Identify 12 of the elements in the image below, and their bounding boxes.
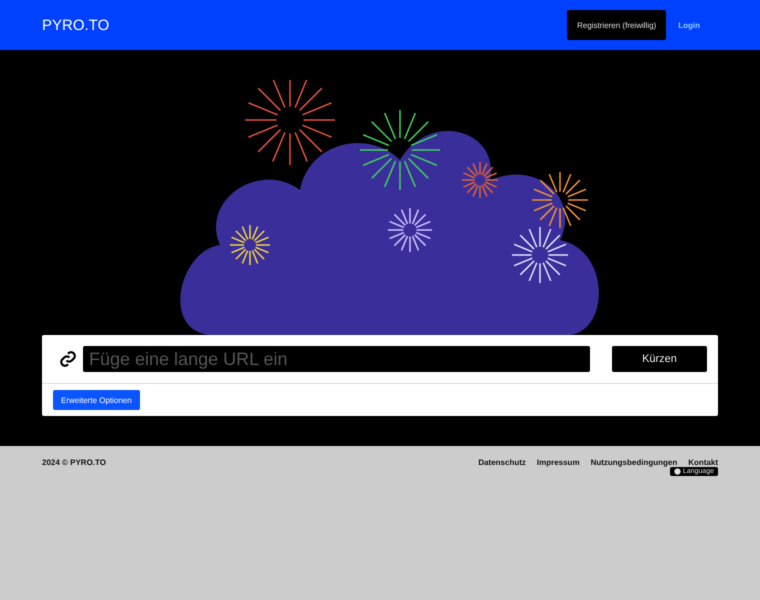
login-link[interactable]: Login xyxy=(678,20,700,30)
advanced-options-button[interactable]: Erweiterte Optionen xyxy=(53,390,140,410)
footer-link[interactable]: Kontakt xyxy=(688,458,718,467)
url-input[interactable]: Füge eine lange URL ein xyxy=(83,346,590,372)
site-logo[interactable]: PYRO.TO xyxy=(42,16,110,34)
shorten-button[interactable]: Kürzen xyxy=(612,346,707,372)
footer-link[interactable]: Impressum xyxy=(536,458,580,467)
copyright-text: 2024 © PYRO.TO xyxy=(42,458,106,469)
register-button[interactable]: Registrieren (freiwillig) xyxy=(567,10,666,40)
link-icon xyxy=(59,350,77,368)
footer-link[interactable]: Datenschutz xyxy=(478,458,526,467)
footer-link[interactable]: Nutzungsbedingungen xyxy=(590,458,678,467)
